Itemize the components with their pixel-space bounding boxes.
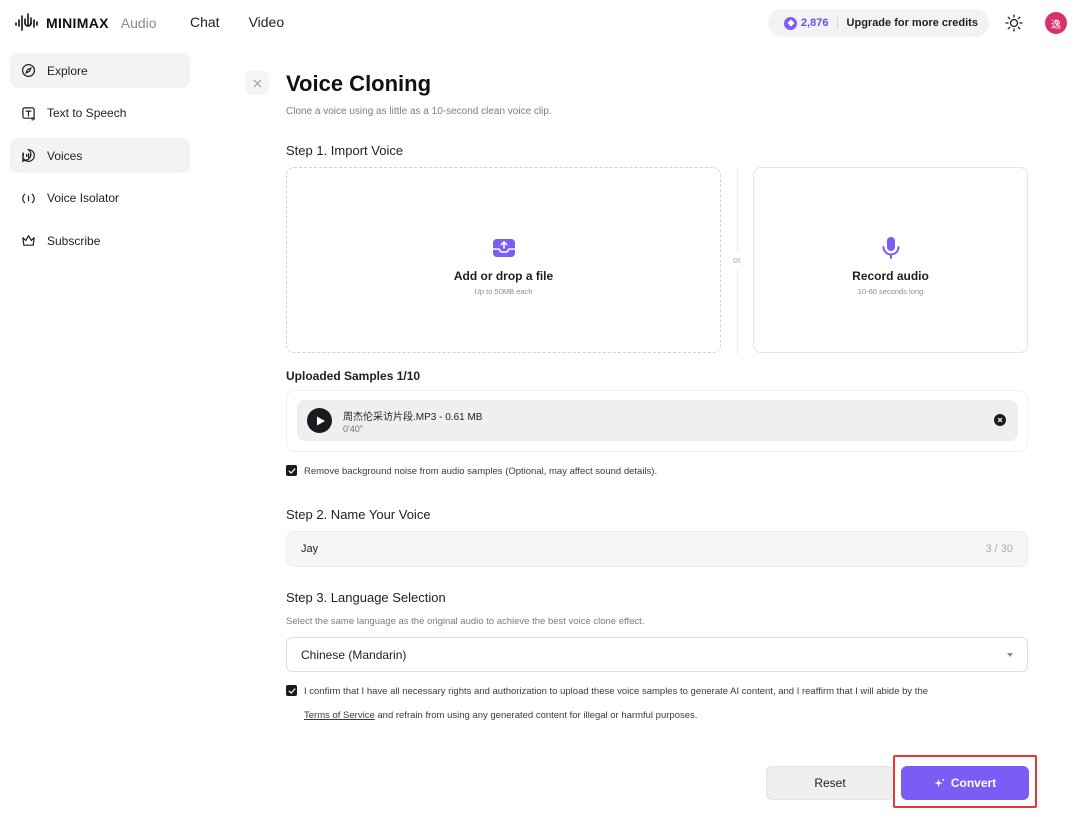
product-name: Audio — [120, 15, 157, 31]
record-audio-box[interactable]: Record audio 10-60 seconds long — [753, 167, 1028, 353]
language-select[interactable]: Chinese (Mandarin) — [286, 637, 1028, 672]
check-icon — [288, 687, 295, 694]
sidebar-item-text-to-speech[interactable]: Text to Speech — [10, 96, 190, 131]
consent-text-rest: and refrain from using any generated con… — [374, 710, 698, 721]
record-title: Record audio — [852, 268, 929, 283]
sidebar-item-subscribe[interactable]: Subscribe — [10, 223, 190, 258]
avatar[interactable]: 逸 — [1045, 12, 1067, 34]
sidebar-item-label: Voice Isolator — [47, 191, 120, 205]
waveform-logo-icon — [15, 13, 38, 31]
crown-icon — [22, 235, 35, 246]
voice-isolator-icon — [22, 193, 35, 203]
step3-title: Step 3. Language Selection — [286, 590, 446, 605]
voice-name-value: Jay — [301, 543, 319, 555]
consent-checkbox[interactable] — [286, 685, 297, 696]
brand-name: MINIMAX — [46, 15, 109, 31]
or-label: or — [732, 255, 741, 265]
close-icon — [997, 417, 1003, 423]
close-button[interactable] — [245, 71, 269, 95]
noise-removal-checkbox[interactable] — [286, 465, 297, 476]
convert-button[interactable]: Convert — [901, 766, 1029, 800]
sun-icon[interactable] — [1004, 13, 1024, 33]
sidebar-item-voice-isolator[interactable]: Voice Isolator — [10, 181, 190, 216]
sidebar-item-voices[interactable]: Voices — [10, 138, 190, 173]
inbox-upload-icon — [492, 238, 515, 257]
logo[interactable]: MINIMAX Audio — [14, 12, 157, 34]
sample-duration: 0'40" — [343, 424, 363, 434]
sidebar-item-label: Subscribe — [47, 233, 101, 248]
language-description: Select the same language as the original… — [286, 616, 645, 627]
credits-icon — [784, 16, 797, 30]
top-nav: Chat Video — [190, 14, 284, 30]
microphone-icon — [882, 236, 899, 259]
terms-of-service-link[interactable]: Terms of Service — [304, 710, 375, 721]
file-dropzone[interactable]: Add or drop a file Up to 50MB each — [286, 167, 721, 353]
sample-item: 周杰伦采访片段.MP3 - 0.61 MB 0'40" — [297, 400, 1018, 441]
reset-button[interactable]: Reset — [766, 766, 894, 800]
sidebar-item-label: Text to Speech — [47, 106, 127, 120]
voices-icon — [22, 149, 35, 162]
upload-subtitle: Up to 50MB each — [474, 286, 533, 296]
sidebar-item-label: Voices — [47, 148, 83, 163]
compass-icon — [21, 63, 36, 78]
convert-label: Convert — [950, 776, 997, 790]
check-icon — [288, 467, 295, 474]
page-title: Voice Cloning — [286, 71, 432, 96]
page-subtitle: Clone a voice using as little as a 10-se… — [286, 106, 552, 117]
uploaded-samples-list: 周杰伦采访片段.MP3 - 0.61 MB 0'40" — [286, 390, 1028, 452]
uploaded-samples-title: Uploaded Samples 1/10 — [286, 369, 421, 383]
noise-removal-label: Remove background noise from audio sampl… — [304, 466, 658, 477]
top-bar: MINIMAX Audio Chat Video 2,876 Upgrade f… — [0, 0, 1080, 46]
close-icon — [253, 79, 261, 87]
consent-text-line2: Terms of Service and refrain from using … — [304, 710, 697, 721]
chevron-down-icon — [1007, 652, 1013, 657]
credits-pill[interactable]: 2,876 Upgrade for more credits — [768, 9, 989, 37]
sidebar-item-explore[interactable]: Explore — [10, 53, 190, 88]
step1-title: Step 1. Import Voice — [286, 143, 404, 158]
text-to-speech-icon — [22, 106, 35, 121]
play-button[interactable] — [307, 408, 332, 433]
consent-text-line1: I confirm that I have all necessary righ… — [304, 686, 929, 697]
upgrade-link[interactable]: Upgrade for more credits — [847, 17, 978, 29]
sparkle-icon — [934, 778, 944, 787]
credits-value: 2,876 — [801, 17, 829, 29]
remove-sample-button[interactable] — [994, 414, 1006, 426]
language-selected: Chinese (Mandarin) — [301, 647, 407, 662]
step2-title: Step 2. Name Your Voice — [286, 507, 431, 522]
record-subtitle: 10-60 seconds long — [857, 286, 924, 296]
credits-divider — [836, 16, 838, 30]
divider-line — [737, 168, 738, 252]
nav-chat[interactable]: Chat — [190, 14, 220, 30]
nav-video[interactable]: Video — [249, 14, 285, 30]
voice-name-input[interactable]: Jay 3 / 30 — [286, 531, 1028, 567]
play-icon — [316, 416, 325, 425]
upload-title: Add or drop a file — [453, 268, 554, 283]
sample-file-name: 周杰伦采访片段.MP3 - 0.61 MB — [343, 412, 483, 423]
sidebar: Explore Text to Speech Voices Voice Isol… — [10, 53, 190, 266]
sidebar-item-label: Explore — [47, 63, 88, 78]
divider-line — [737, 270, 738, 354]
char-counter: 3 / 30 — [985, 543, 1013, 555]
